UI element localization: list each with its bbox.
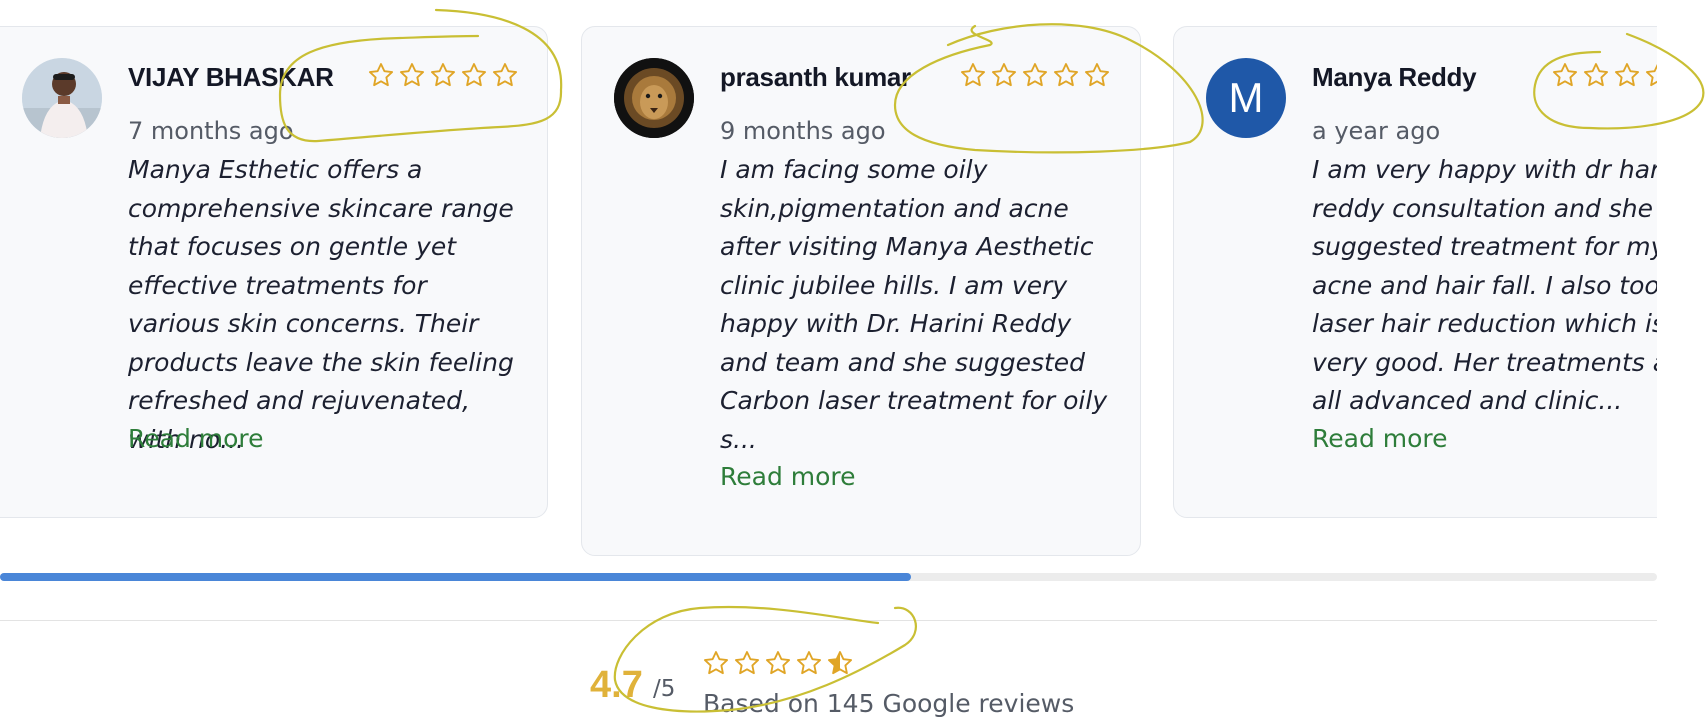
review-time: 7 months ago [128,117,294,145]
rating-scale: /5 [653,676,676,702]
star-icon [368,63,394,87]
read-more-link[interactable]: Read more [1312,424,1448,453]
reviewer-avatar: M [1206,58,1286,138]
review-time: a year ago [1312,117,1441,145]
star-icon [1084,63,1110,87]
person-photo-icon [22,58,102,138]
rating-stars [1551,61,1657,89]
average-rating-score: 4.7 [590,664,643,706]
reviewer-name: prasanth kumar [720,62,911,92]
half-star-icon [827,651,853,675]
star-icon [796,651,822,675]
read-more-link[interactable]: Read more [720,462,856,491]
star-icon [1614,63,1640,87]
reviews-carousel[interactable]: VIJAY BHASKAR 7 months ago Manya Estheti… [0,0,1657,722]
review-text: I am very happy with dr harini reddy con… [1312,155,1657,415]
reviewer-name: Manya Reddy [1312,62,1477,92]
reviewer-avatar [614,58,694,138]
review-text: I am facing some oily skin,pigmentation … [720,155,1108,454]
star-icon [1645,63,1657,87]
star-icon [461,63,487,87]
star-icon [399,63,425,87]
rating-stars [367,61,519,89]
review-text: Manya Esthetic offers a comprehensive sk… [128,155,514,454]
summary-rating-stars [702,649,854,677]
star-icon [734,651,760,675]
divider [0,620,1657,621]
star-icon [1022,63,1048,87]
star-icon [960,63,986,87]
star-icon [703,651,729,675]
carousel-scrollbar-thumb[interactable] [0,573,912,581]
star-icon [765,651,791,675]
reviewer-name: VIJAY BHASKAR [128,62,334,92]
avatar-letter: M [1228,74,1264,121]
reviewer-avatar [22,58,102,138]
rating-stars [959,61,1111,89]
review-count-text: Based on 145 Google reviews [703,689,1075,718]
lion-photo-icon [614,58,694,138]
star-icon [430,63,456,87]
review-time: 9 months ago [720,117,886,145]
star-icon [492,63,518,87]
carousel-scrollbar[interactable] [0,573,1657,581]
star-icon [991,63,1017,87]
star-icon [1053,63,1079,87]
star-icon [1552,63,1578,87]
star-icon [1583,63,1609,87]
read-more-link[interactable]: Read more [128,424,264,453]
